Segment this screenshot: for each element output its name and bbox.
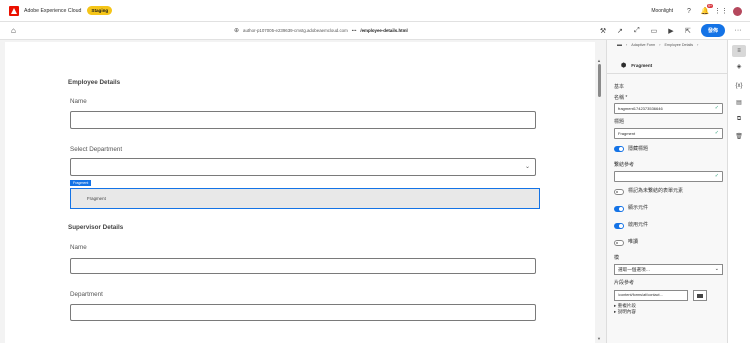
name-field-value: fragment1742373536646 <box>618 106 663 111</box>
properties-icon[interactable]: ≡ <box>732 45 746 57</box>
url-more[interactable]: ••• <box>352 28 357 33</box>
basic-heading: 基本 <box>614 84 625 90</box>
rules-icon[interactable]: {x} <box>732 80 746 92</box>
hide-title-label: 隱藏標題 <box>628 146 649 152</box>
folder-icon[interactable]: ▬ <box>617 42 622 48</box>
name-input[interactable] <box>70 111 536 129</box>
notification-badge: 9+ <box>707 4 713 8</box>
supervisor-department-label: Department <box>70 291 103 298</box>
canvas-scrollbar[interactable]: ▲ ▼ <box>597 58 602 342</box>
url-host: author-p107005-e239639-cmstg.adobeaemclo… <box>243 28 348 33</box>
url-page: /employee-details.html <box>360 28 408 33</box>
right-rail: ≡ ◈ {x} ▤ ⧉ 🗑 <box>727 40 750 343</box>
name-field-label: 名稱 * <box>614 95 628 101</box>
document-icon[interactable]: ▤ <box>732 96 746 108</box>
repeat-fragment-label: 重複片段 <box>617 303 636 308</box>
expand-icon[interactable]: ↗ <box>616 27 624 35</box>
fragment-ref-field[interactable]: /content/forms/af/contact... <box>614 290 688 301</box>
breadcrumb: ▬ › Adaptive Form › Employee Details › <box>617 42 699 48</box>
readonly-toggle[interactable] <box>614 240 624 246</box>
fragment-tag[interactable]: Fragment <box>70 180 92 186</box>
unbound-label: 標記為未繫結的表單元素 <box>628 188 684 194</box>
fragment-placeholder-text: Fragment <box>87 196 106 201</box>
breadcrumb-item-form[interactable]: Adaptive Form <box>631 43 655 47</box>
supervisor-department-input[interactable] <box>70 304 536 321</box>
visible-toggle[interactable] <box>614 206 624 212</box>
checkmark-icon: ✓ <box>714 173 719 179</box>
model-select-value: 選取一個選項… <box>618 267 651 272</box>
checkmark-icon: ✓ <box>714 130 719 136</box>
layers-icon[interactable]: ◈ <box>732 60 746 72</box>
delete-icon[interactable]: 🗑 <box>732 130 746 142</box>
name-field[interactable]: fragment1742373536646 ✓ <box>614 103 723 114</box>
toolbar-tools: ⚒ ↗ ⤢ ▭ ▶ ⇱ 發佈 ··· <box>599 24 742 37</box>
chevron-down-icon: ⌄ <box>714 266 719 272</box>
unbound-toggle[interactable] <box>614 189 624 195</box>
title-field-label: 標題 <box>614 119 625 125</box>
wrench-icon[interactable]: ⚒ <box>599 27 607 35</box>
fragment-ref-label: 片段參考 <box>614 280 635 286</box>
readonly-label: 唯讀 <box>628 239 639 245</box>
section-title-employee: Employee Details <box>68 79 121 86</box>
supervisor-name-label: Name <box>70 244 87 251</box>
help-content-toggle[interactable]: ▸ 說明內容 <box>614 309 636 315</box>
scroll-up-icon[interactable]: ▲ <box>597 58 601 63</box>
app-header: Adobe Experience Cloud Staging Moonlight… <box>0 0 750 22</box>
avatar[interactable] <box>733 6 742 16</box>
model-select[interactable]: 選取一個選項… ⌄ <box>614 264 723 275</box>
publish-button[interactable]: 發佈 <box>700 24 725 37</box>
enabled-label: 啟用元件 <box>628 222 649 228</box>
image-icon <box>697 293 703 298</box>
apps-grid-icon[interactable]: ⋮⋮ <box>714 7 728 15</box>
browse-button[interactable] <box>693 290 707 301</box>
editor-toolbar: ⌂ ⊕ author-p107005-e239639-cmstg.adobeae… <box>0 22 750 40</box>
department-select[interactable]: ⌄ <box>70 158 536 176</box>
fragment-component[interactable]: Fragment <box>70 188 540 209</box>
enabled-toggle[interactable] <box>614 223 624 229</box>
title-field[interactable]: Fragment ✓ <box>614 128 723 139</box>
header-actions: Moonlight ? 🔔 9+ ⋮⋮ <box>651 0 742 22</box>
brand-name[interactable]: Adobe Experience Cloud <box>24 8 81 14</box>
globe-icon[interactable]: ⊕ <box>234 27 239 34</box>
breadcrumb-item-page[interactable]: Employee Details <box>664 43 693 47</box>
properties-panel: ▬ › Adaptive Form › Employee Details › ⬢… <box>606 40 728 343</box>
checkmark-icon: ✓ <box>714 105 719 111</box>
hide-title-toggle[interactable] <box>614 146 624 152</box>
department-select-label: Select Department <box>70 146 123 153</box>
notifications-icon[interactable]: 🔔 9+ <box>701 4 713 15</box>
model-label: 模 <box>614 255 620 261</box>
chevron-down-icon: ⌄ <box>524 164 530 170</box>
component-title: Fragment <box>631 62 653 68</box>
component-header: ⬢ Fragment <box>607 59 728 71</box>
help-icon[interactable]: ? <box>685 7 693 15</box>
section-title-supervisor: Supervisor Details <box>68 224 124 231</box>
scroll-thumb[interactable] <box>598 64 601 97</box>
open-new-icon[interactable]: ⤢ <box>633 27 641 35</box>
more-icon[interactable]: ··· <box>734 27 742 35</box>
url-bar: ⊕ author-p107005-e239639-cmstg.adobeaemc… <box>234 27 408 34</box>
home-icon[interactable]: ⌂ <box>11 26 16 35</box>
visible-label: 顯示元件 <box>628 205 649 211</box>
divider <box>607 73 728 74</box>
editor-canvas: Employee Details Name Select Department … <box>0 40 606 343</box>
scroll-down-icon[interactable]: ▼ <box>597 336 601 341</box>
desktop-preview-icon[interactable]: ▭ <box>650 27 658 35</box>
staging-badge: Staging <box>87 6 113 15</box>
supervisor-name-input[interactable] <box>70 258 536 274</box>
preview-play-icon[interactable]: ▶ <box>667 27 675 35</box>
name-label: Name <box>70 98 87 105</box>
bind-ref-field[interactable]: ✓ <box>614 171 723 182</box>
help-content-label: 說明內容 <box>617 309 636 314</box>
adobe-logo-icon[interactable] <box>9 5 19 16</box>
title-field-value: Fragment <box>618 131 636 136</box>
bind-ref-label: 繫結參考 <box>614 162 635 168</box>
org-switcher[interactable]: Moonlight <box>651 8 673 14</box>
fragment-icon: ⬢ <box>621 62 627 69</box>
share-icon[interactable]: ⇱ <box>684 27 692 35</box>
copy-icon[interactable]: ⧉ <box>732 113 746 125</box>
